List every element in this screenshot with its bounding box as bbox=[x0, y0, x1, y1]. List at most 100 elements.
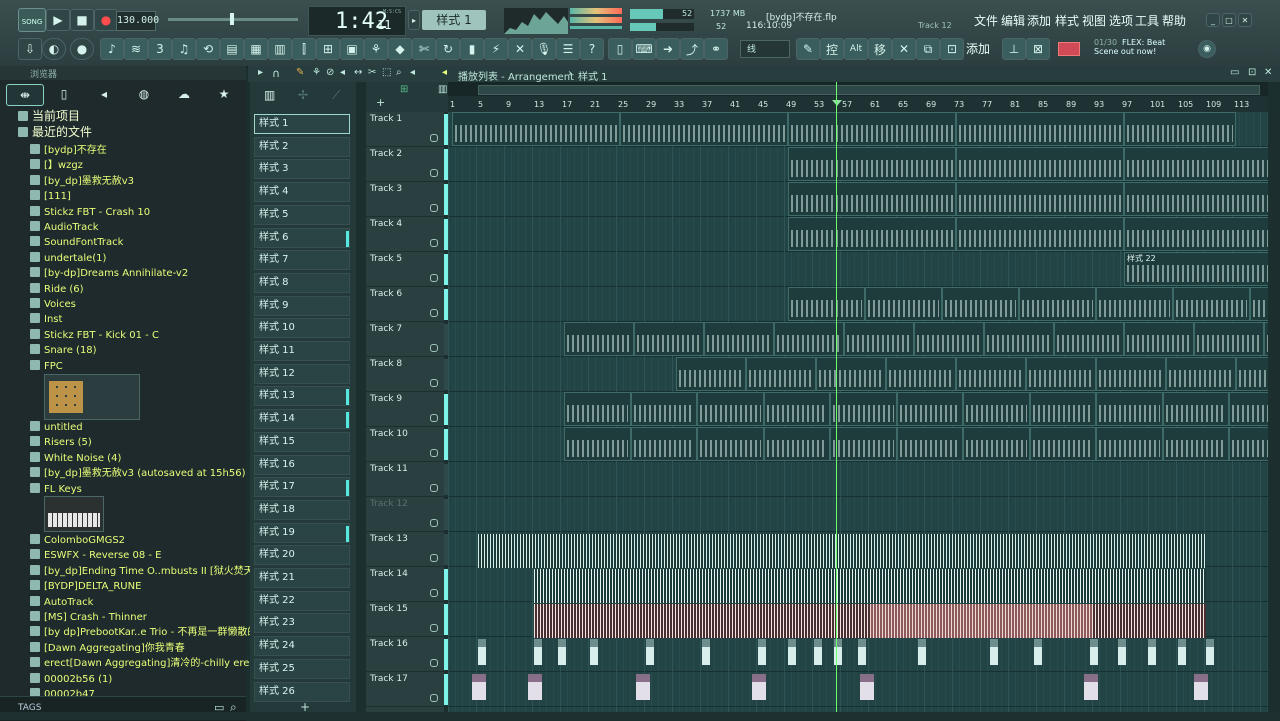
cut-icon[interactable]: ✄ bbox=[412, 38, 436, 60]
track-mute-icon[interactable] bbox=[430, 519, 438, 527]
playhead-marker-icon[interactable] bbox=[832, 100, 842, 106]
browser-file-item[interactable]: [MS] Crash - Thinner bbox=[30, 610, 147, 625]
pattern-clip[interactable] bbox=[774, 322, 844, 356]
pattern-item[interactable]: 样式 22 bbox=[254, 590, 350, 611]
pattern-clip[interactable] bbox=[1173, 287, 1250, 321]
pattern-clip[interactable] bbox=[1026, 357, 1096, 391]
audio-clip[interactable] bbox=[478, 534, 1206, 568]
pattern-clip[interactable]: 样式 22 bbox=[1124, 252, 1268, 286]
drum-hit-clip[interactable] bbox=[918, 639, 926, 671]
picker-auto-icon[interactable]: ⟋ bbox=[332, 88, 340, 103]
help-icon[interactable]: ? bbox=[580, 38, 604, 60]
drum-hit-clip[interactable] bbox=[758, 639, 766, 671]
wait-icon[interactable]: ≋ bbox=[124, 38, 148, 60]
track-mute-icon[interactable] bbox=[430, 274, 438, 282]
pattern-clip[interactable] bbox=[1019, 287, 1096, 321]
pattern-item[interactable]: 样式 9 bbox=[254, 295, 350, 316]
slip-tool-icon[interactable]: ↔ bbox=[354, 67, 362, 78]
link-icon[interactable]: ⚭ bbox=[704, 38, 728, 60]
pencil-tool-icon[interactable]: ✎ bbox=[296, 67, 304, 78]
pattern-clip[interactable] bbox=[816, 357, 886, 391]
playlist-icon[interactable]: ▦ bbox=[244, 38, 268, 60]
browser-folder-tab[interactable]: ▯ bbox=[46, 84, 82, 104]
master-volume-knob[interactable]: ● bbox=[70, 38, 94, 60]
drum-hit-clip[interactable] bbox=[1194, 674, 1208, 706]
pattern-item[interactable]: 样式 3 bbox=[254, 159, 350, 180]
mic-icon[interactable]: 🎙 bbox=[532, 38, 556, 60]
browser-file-item[interactable]: untitled bbox=[30, 420, 83, 435]
cycle-icon[interactable]: ↻ bbox=[436, 38, 460, 60]
drum-hit-clip[interactable] bbox=[990, 639, 998, 671]
overview-bar[interactable] bbox=[448, 82, 1268, 96]
master-volume-slider[interactable] bbox=[168, 13, 298, 25]
pattern-item[interactable]: 样式 25 bbox=[254, 658, 350, 679]
track-header[interactable]: Track 16 bbox=[366, 637, 448, 672]
drum-hit-clip[interactable] bbox=[1084, 674, 1098, 706]
pattern-clip[interactable] bbox=[942, 287, 1019, 321]
pattern-clip[interactable] bbox=[830, 427, 897, 461]
pin-icon[interactable]: ⊡ bbox=[940, 38, 964, 60]
pattern-clip[interactable] bbox=[1124, 322, 1194, 356]
pattern-item[interactable]: 样式 7 bbox=[254, 250, 350, 271]
save-icon[interactable]: ▮ bbox=[460, 38, 484, 60]
pattern-clip[interactable] bbox=[630, 427, 697, 461]
drum-hit-clip[interactable] bbox=[752, 674, 766, 706]
playlist-close-icon[interactable]: ✕ bbox=[1264, 67, 1272, 78]
browser-cloud-tab[interactable]: ☁ bbox=[166, 84, 202, 104]
drum-hit-clip[interactable] bbox=[1148, 639, 1156, 671]
pattern-clip[interactable] bbox=[697, 392, 764, 426]
pattern-clip[interactable] bbox=[620, 112, 788, 146]
pattern-item[interactable]: 样式 6 bbox=[254, 227, 350, 248]
keyboard-icon[interactable]: ⌨ bbox=[632, 38, 656, 60]
pattern-clip[interactable] bbox=[1029, 392, 1096, 426]
pattern-clip[interactable] bbox=[963, 392, 1030, 426]
drum-hit-clip[interactable] bbox=[1206, 639, 1214, 671]
snap-icon[interactable]: ♪ bbox=[100, 38, 124, 60]
browser-file-item[interactable]: ESWFX - Reverse 08 - E bbox=[30, 548, 162, 563]
drum-hit-clip[interactable] bbox=[528, 674, 542, 706]
magnet-icon[interactable]: ∩ bbox=[272, 67, 280, 80]
record-color-swatch[interactable] bbox=[1058, 42, 1080, 56]
browser-file-item[interactable]: Snare (18) bbox=[30, 343, 97, 358]
menu-options[interactable]: 选项 bbox=[1109, 12, 1133, 29]
pattern-clip[interactable] bbox=[956, 217, 1124, 251]
browser-file-item[interactable]: AutoTrack bbox=[30, 595, 93, 610]
zoom-tool-icon[interactable]: ⌕ bbox=[396, 67, 402, 78]
pattern-item[interactable]: 样式 24 bbox=[254, 636, 350, 657]
pattern-clip[interactable] bbox=[956, 147, 1124, 181]
pattern-item[interactable]: 样式 8 bbox=[254, 272, 350, 293]
browser-file-item[interactable]: 00002b56 (1) bbox=[30, 672, 112, 687]
pattern-clip[interactable] bbox=[896, 427, 963, 461]
track-header[interactable]: Track 5 bbox=[366, 252, 448, 287]
audio-clip[interactable] bbox=[534, 604, 870, 638]
add-track-icon[interactable]: + bbox=[376, 96, 385, 109]
curve-icon[interactable]: ⤴ bbox=[680, 38, 704, 60]
pattern-item[interactable]: 样式 15 bbox=[254, 431, 350, 452]
track-header[interactable]: Track 2 bbox=[366, 147, 448, 182]
browser-file-item[interactable]: Risers (5) bbox=[30, 435, 92, 450]
audio-clip[interactable] bbox=[534, 569, 1206, 603]
playlist-minimize-icon[interactable]: ▭ bbox=[1230, 67, 1239, 78]
track-header[interactable]: Track 3 bbox=[366, 182, 448, 217]
pattern-clip[interactable] bbox=[1124, 217, 1268, 251]
pattern-item[interactable]: 样式 18 bbox=[254, 499, 350, 520]
track-mute-icon[interactable] bbox=[430, 344, 438, 352]
track-header[interactable]: Track 6 bbox=[366, 287, 448, 322]
drum-hit-clip[interactable] bbox=[636, 674, 650, 706]
track-mute-icon[interactable] bbox=[430, 659, 438, 667]
menu-patterns[interactable]: 样式 bbox=[1055, 12, 1079, 29]
track-mute-icon[interactable] bbox=[430, 414, 438, 422]
browser-file-item[interactable]: SoundFontTrack bbox=[30, 235, 123, 250]
mixer-icon[interactable]: ⫿ bbox=[292, 38, 316, 60]
plugin-icon[interactable]: ▣ bbox=[340, 38, 364, 60]
pattern-clip[interactable] bbox=[984, 322, 1054, 356]
picker-pattern-icon[interactable]: ▥ bbox=[264, 88, 275, 102]
track-header[interactable]: Track 11 bbox=[366, 462, 448, 497]
touch-icon[interactable]: ▯ bbox=[608, 38, 632, 60]
play-button[interactable]: ▶ bbox=[46, 9, 70, 31]
pattern-clip[interactable] bbox=[564, 427, 631, 461]
pattern-clip[interactable] bbox=[963, 427, 1030, 461]
pattern-clip[interactable] bbox=[634, 322, 704, 356]
menu-file[interactable]: 文件 bbox=[974, 12, 998, 29]
menu-help[interactable]: 帮助 bbox=[1162, 12, 1186, 29]
